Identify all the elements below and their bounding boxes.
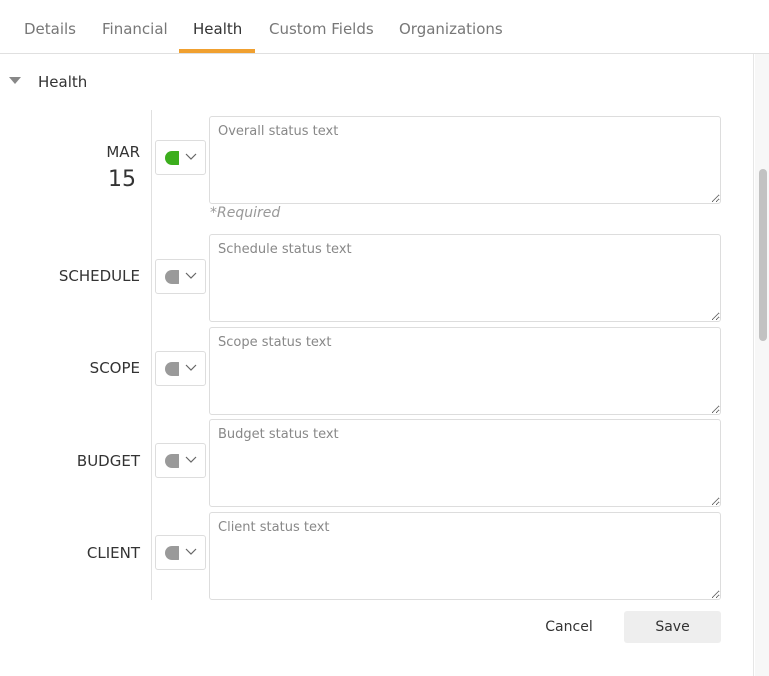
required-note: *Required xyxy=(210,205,281,221)
save-button[interactable]: Save xyxy=(624,611,721,643)
cancel-button[interactable]: Cancel xyxy=(527,611,611,643)
tab-custom-fields[interactable]: Custom Fields xyxy=(269,20,374,38)
client-status-text[interactable] xyxy=(209,512,721,600)
date-month: MAR xyxy=(106,143,140,161)
tab-financial[interactable]: Financial xyxy=(102,20,168,38)
client-status-select[interactable] xyxy=(155,535,206,570)
status-dot-icon xyxy=(165,546,179,560)
scrollbar-track[interactable] xyxy=(755,54,769,676)
section-title[interactable]: Health xyxy=(38,73,87,91)
status-dot-icon xyxy=(165,362,179,376)
budget-status-text[interactable] xyxy=(209,419,721,507)
chevron-down-icon xyxy=(185,364,197,371)
chevron-down-icon xyxy=(185,456,197,463)
active-tab-indicator xyxy=(179,49,255,53)
schedule-label: SCHEDULE xyxy=(58,267,140,285)
schedule-status-text[interactable] xyxy=(209,234,721,322)
status-dot-icon xyxy=(165,270,179,284)
scope-label: SCOPE xyxy=(89,359,140,377)
overall-status-select[interactable] xyxy=(155,140,206,175)
scope-status-select[interactable] xyxy=(155,351,206,386)
date-day: 15 xyxy=(108,167,136,192)
status-dot-icon xyxy=(165,151,179,165)
schedule-status-select[interactable] xyxy=(155,259,206,294)
chevron-down-icon xyxy=(185,153,197,160)
caret-down-icon[interactable] xyxy=(9,77,21,84)
tab-organizations[interactable]: Organizations xyxy=(399,20,503,38)
tab-details[interactable]: Details xyxy=(24,20,76,38)
client-label: CLIENT xyxy=(86,544,140,562)
status-dot-icon xyxy=(165,454,179,468)
scope-status-text[interactable] xyxy=(209,327,721,415)
tab-bar: Details Financial Health Custom Fields O… xyxy=(0,0,769,54)
budget-status-select[interactable] xyxy=(155,443,206,478)
chevron-down-icon xyxy=(185,272,197,279)
divider xyxy=(151,110,152,600)
budget-label: BUDGET xyxy=(76,452,140,470)
scrollbar-thumb[interactable] xyxy=(759,169,767,341)
chevron-down-icon xyxy=(185,548,197,555)
tab-health[interactable]: Health xyxy=(193,20,242,38)
overall-status-text[interactable] xyxy=(209,116,721,204)
